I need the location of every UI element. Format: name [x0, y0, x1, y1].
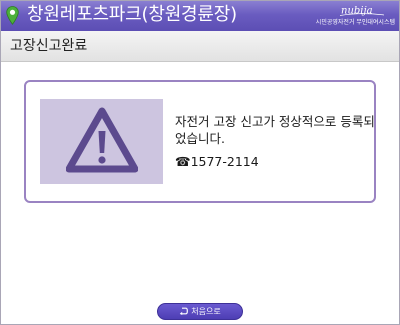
station-title: 창원레포츠파크(창원경륜장) [27, 4, 237, 25]
kiosk-screen: 창원레포츠파크(창원경륜장) nubija 시민공영자전거 무인대여시스템 고장… [0, 0, 400, 325]
brand-logo: nubija [339, 6, 385, 17]
warning-panel [40, 99, 163, 184]
home-button[interactable]: 처음으로 [157, 303, 243, 320]
page-title-bar: 고장신고완료 [1, 31, 399, 62]
system-subtitle: 시민공영자전거 무인대여시스템 [315, 19, 395, 26]
notice-card: 자전거 고장 신고가 정상적으로 등록되었습니다. ☎1577-2114 [24, 80, 376, 203]
app-header: 창원레포츠파크(창원경륜장) nubija 시민공영자전거 무인대여시스템 [1, 1, 399, 31]
return-arrow-icon [180, 307, 189, 315]
location-pin-icon [6, 6, 19, 25]
home-button-label: 처음으로 [191, 307, 221, 316]
warning-icon [66, 107, 138, 173]
notice-message: 자전거 고장 신고가 정상적으로 등록되었습니다. [175, 114, 375, 146]
support-phone: ☎1577-2114 [175, 154, 259, 169]
page-title: 고장신고완료 [10, 38, 88, 54]
